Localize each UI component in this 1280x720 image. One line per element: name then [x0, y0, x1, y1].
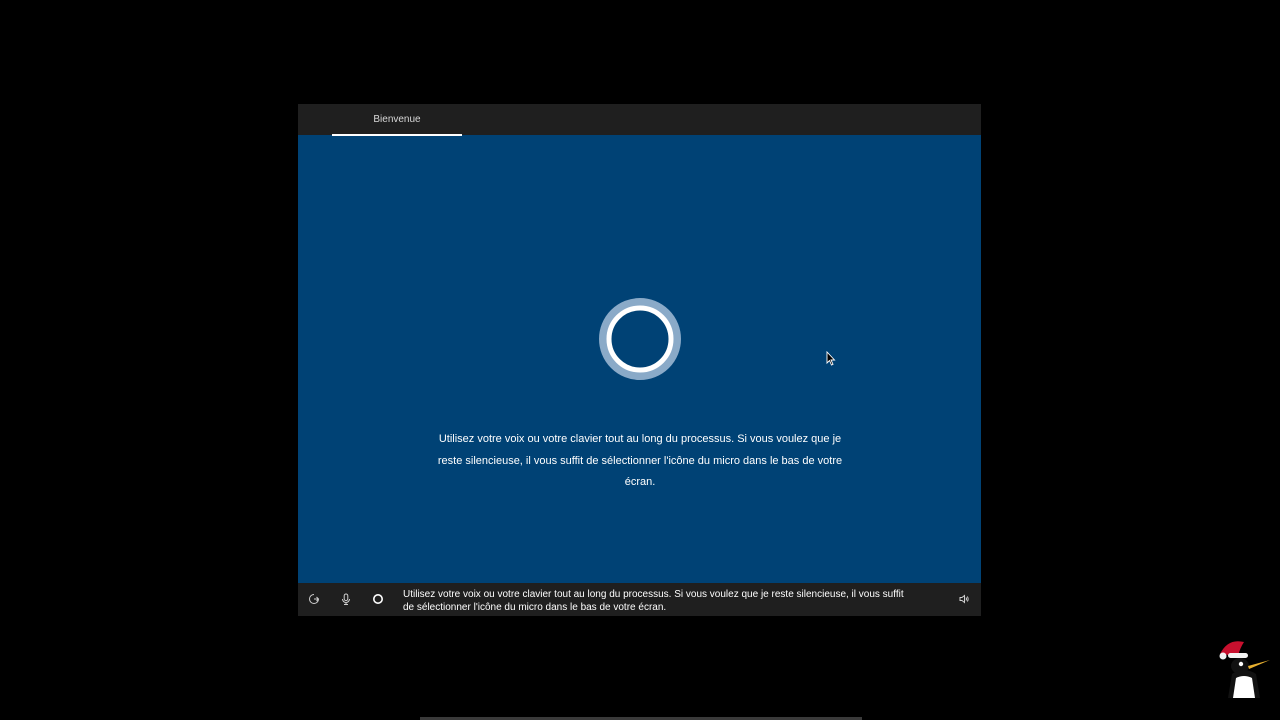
caption-line: Utilisez votre voix ou votre clavier tou… — [403, 589, 904, 600]
welcome-message-line: écran. — [624, 476, 656, 488]
channel-mascot-logo — [1219, 641, 1270, 698]
active-tab-indicator — [332, 134, 462, 136]
tab-bienvenue[interactable]: Bienvenue — [332, 104, 462, 136]
bottom-bar: Utilisez votre voix ou votre clavier tou… — [298, 583, 981, 616]
welcome-message: Utilisez votre voix ou votre clavier tou… — [428, 429, 852, 494]
cortana-ring-icon — [599, 298, 681, 380]
cortana-icon[interactable] — [370, 591, 386, 607]
welcome-message-line: reste silencieuse, il vous suffit de sél… — [437, 454, 843, 467]
mouse-pointer-icon — [826, 351, 836, 366]
caption-line: de sélectionner l'icône du micro dans le… — [403, 602, 667, 613]
accessibility-icon[interactable] — [306, 591, 322, 607]
setup-window: Bienvenue Utilisez votre voix ou votre c… — [298, 104, 981, 616]
welcome-message-line: Utilisez votre voix ou votre clavier tou… — [438, 433, 842, 445]
volume-icon[interactable] — [956, 591, 972, 607]
tab-bienvenue-label: Bienvenue — [373, 114, 421, 125]
microphone-icon[interactable] — [338, 591, 354, 607]
caption-text: Utilisez votre voix ou votre clavier tou… — [403, 588, 943, 614]
tab-bar: Bienvenue — [298, 104, 981, 136]
